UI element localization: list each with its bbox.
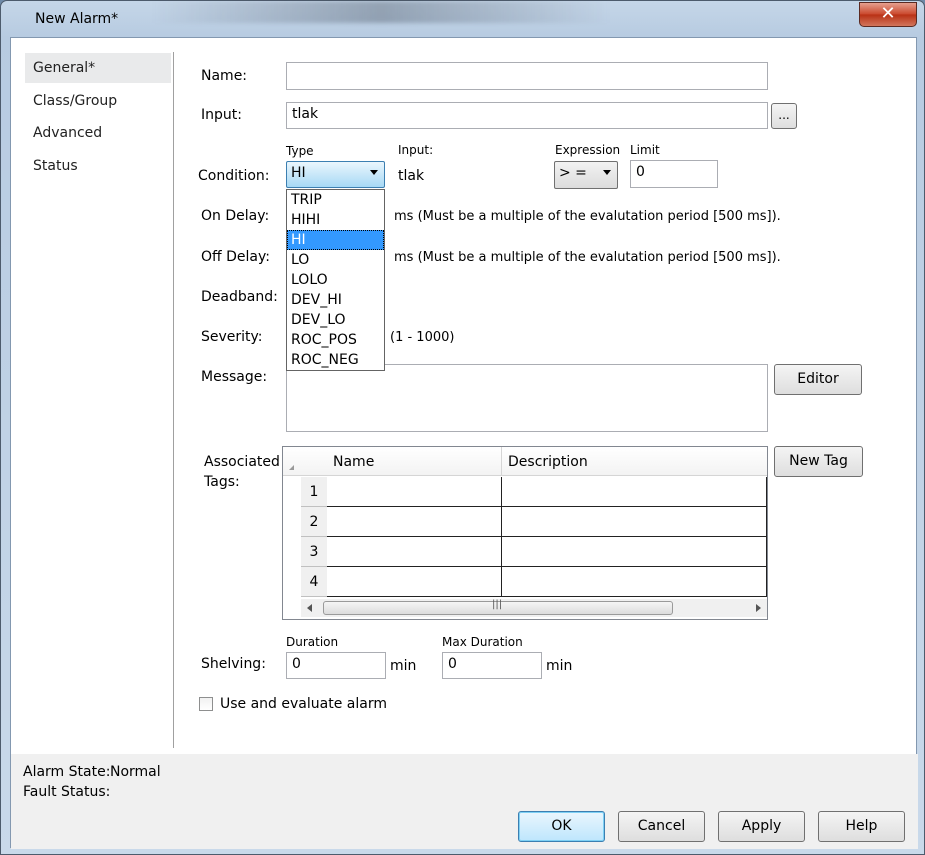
scroll-left-icon[interactable] — [307, 604, 312, 612]
limit-header: Limit — [630, 143, 660, 157]
nav-divider — [173, 52, 174, 748]
duration-header: Duration — [286, 635, 339, 649]
expression-select-value: > = — [559, 165, 587, 181]
on-delay-hint: ms (Must be a multiple of the evalutatio… — [394, 209, 781, 224]
name-input[interactable] — [286, 62, 768, 90]
type-option-hi[interactable]: HI — [287, 230, 384, 250]
severity-label: Severity: — [201, 329, 263, 345]
dialog-footer: Alarm State: Normal Fault Status: OK Can… — [11, 754, 918, 849]
grid-cell-description[interactable] — [501, 537, 767, 567]
use-evaluate-label: Use and evaluate alarm — [220, 696, 387, 712]
type-option-dev-hi[interactable]: DEV_HI — [287, 290, 384, 310]
grid-row-header: 2 — [301, 507, 327, 537]
grid-column-description[interactable]: Description — [508, 454, 588, 470]
associated-tags-label-line1: Associated — [204, 454, 280, 470]
grid-cell-description[interactable] — [501, 507, 767, 537]
expression-select[interactable]: > = — [554, 161, 618, 189]
dialog-client-area: General* Class/Group Advanced Status Nam… — [10, 37, 918, 849]
fault-status-label: Fault Status: — [23, 784, 111, 800]
duration-input[interactable]: 0 — [286, 652, 386, 679]
scrollbar-thumb[interactable]: ||| — [323, 599, 673, 615]
input-field[interactable]: tlak — [286, 102, 768, 129]
grid-horizontal-scrollbar[interactable]: ||| — [301, 599, 767, 617]
close-button[interactable]: ✕ — [859, 2, 917, 27]
titlebar-background — [151, 1, 611, 23]
input-label: Input: — [201, 107, 242, 123]
name-label: Name: — [201, 68, 248, 84]
help-button[interactable]: Help — [818, 811, 905, 842]
grid-cell-description[interactable] — [501, 567, 767, 597]
type-option-dev-lo[interactable]: DEV_LO — [287, 310, 384, 330]
nav-item-general[interactable]: General* — [25, 53, 171, 83]
editor-button[interactable]: Editor — [774, 364, 862, 395]
grid-row-header: 1 — [301, 477, 327, 507]
limit-input[interactable]: 0 — [630, 160, 718, 188]
severity-hint: (1 - 1000) — [390, 330, 455, 345]
input-header: Input: — [398, 143, 434, 157]
off-delay-label: Off Delay: — [201, 249, 270, 265]
type-option-roc-neg[interactable]: ROC_NEG — [287, 350, 384, 370]
corner-icon — [289, 465, 294, 470]
type-option-lolo[interactable]: LOLO — [287, 270, 384, 290]
type-option-trip[interactable]: TRIP — [287, 190, 384, 210]
close-icon: ✕ — [880, 3, 896, 24]
shelving-label: Shelving: — [201, 656, 266, 672]
type-select-value: HI — [291, 165, 306, 181]
on-delay-label: On Delay: — [201, 208, 270, 224]
ok-button[interactable]: OK — [518, 811, 605, 842]
type-dropdown-list: TRIP HIHI HI LO LOLO DEV_HI DEV_LO ROC_P… — [286, 189, 385, 371]
max-duration-header: Max Duration — [442, 635, 523, 649]
associated-tags-label-line2: Tags: — [204, 474, 240, 490]
grid-cell-name[interactable] — [327, 537, 502, 567]
chevron-down-icon — [370, 170, 378, 175]
grid-header-divider — [501, 447, 502, 476]
nav-item-class-group[interactable]: Class/Group — [25, 86, 171, 116]
alarm-state-label: Alarm State: — [23, 764, 111, 780]
new-tag-button[interactable]: New Tag — [774, 446, 863, 477]
chevron-down-icon — [603, 170, 611, 175]
cancel-button[interactable]: Cancel — [618, 811, 705, 842]
type-option-roc-pos[interactable]: ROC_POS — [287, 330, 384, 350]
associated-tags-grid: Name Description 1 2 3 4 ||| — [282, 446, 768, 620]
grid-cell-name[interactable] — [327, 477, 502, 507]
message-input[interactable] — [286, 364, 768, 432]
grid-cell-name[interactable] — [327, 507, 502, 537]
use-evaluate-checkbox[interactable] — [199, 697, 213, 711]
grid-cell-name[interactable] — [327, 567, 502, 597]
duration-unit: min — [390, 658, 417, 674]
input-display: tlak — [398, 168, 425, 184]
input-browse-button[interactable]: ... — [771, 103, 797, 129]
nav-item-advanced[interactable]: Advanced — [25, 118, 171, 148]
grip-icon: ||| — [492, 599, 503, 610]
max-duration-unit: min — [546, 658, 573, 674]
nav-panel: General* Class/Group Advanced Status — [11, 38, 173, 748]
type-select[interactable]: HI — [286, 161, 385, 188]
deadband-label: Deadband: — [201, 289, 278, 305]
max-duration-input[interactable]: 0 — [442, 652, 542, 679]
expression-header: Expression — [555, 143, 621, 157]
condition-label: Condition: — [198, 168, 270, 184]
grid-row-header: 3 — [301, 537, 327, 567]
apply-button[interactable]: Apply — [718, 811, 805, 842]
window-title: New Alarm* — [35, 11, 119, 27]
type-option-hihi[interactable]: HIHI — [287, 210, 384, 230]
alarm-dialog-window: New Alarm* ✕ General* Class/Group Advanc… — [0, 0, 925, 855]
grid-cell-description[interactable] — [501, 477, 767, 507]
type-option-lo[interactable]: LO — [287, 250, 384, 270]
nav-item-status[interactable]: Status — [25, 151, 171, 181]
type-header: Type — [286, 144, 314, 158]
grid-column-name[interactable]: Name — [333, 454, 374, 470]
scroll-right-icon[interactable] — [756, 604, 761, 612]
alarm-state-value: Normal — [110, 764, 161, 780]
off-delay-hint: ms (Must be a multiple of the evalutatio… — [394, 250, 781, 265]
grid-row-header: 4 — [301, 567, 327, 597]
message-label: Message: — [201, 369, 268, 385]
